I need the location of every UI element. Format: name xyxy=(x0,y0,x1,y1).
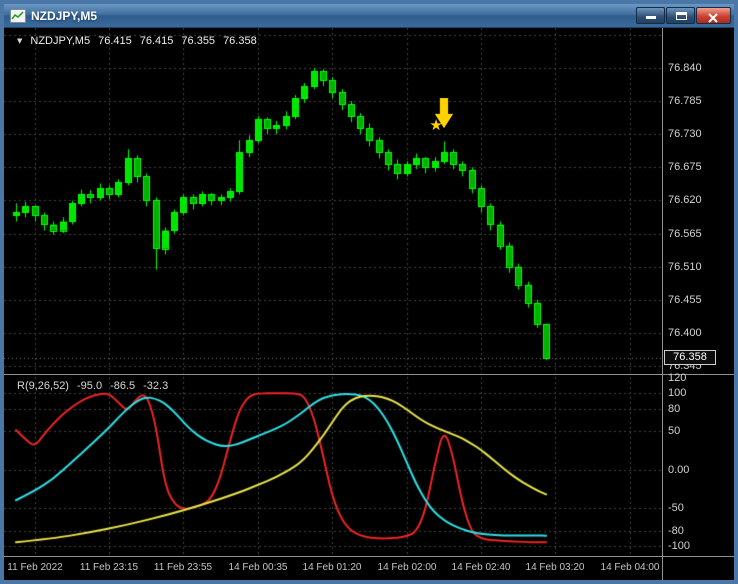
price-axis-label: 76.455 xyxy=(668,294,702,306)
indicator-label-overlay: R(9,26,52) -95.0 -86.5 -32.3 xyxy=(17,380,168,392)
price-axis-label: 76.675 xyxy=(668,161,702,173)
quote-close: 76.358 xyxy=(223,35,257,47)
quote-symbol: NZDJPY,M5 xyxy=(30,35,91,47)
window-title: NZDJPY,M5 xyxy=(31,8,98,23)
price-axis-label: 76.620 xyxy=(668,194,702,206)
indicator-value-mid: -86.5 xyxy=(110,380,136,392)
quote-high: 76.415 xyxy=(139,35,174,47)
time-axis-label: 14 Feb 02:00 xyxy=(377,562,437,573)
time-axis-label: 11 Feb 2022 xyxy=(7,562,63,573)
indicator-axis-label: 50 xyxy=(668,425,681,437)
indicator-axis-label: 100 xyxy=(668,387,687,399)
pane-splitter[interactable] xyxy=(4,374,734,375)
quote-low: 76.355 xyxy=(181,35,216,47)
time-axis[interactable]: 11 Feb 2022 11 Feb 23:15 11 Feb 23:55 14 Fe… xyxy=(4,557,662,580)
window-controls xyxy=(636,7,731,24)
close-button[interactable] xyxy=(696,7,731,24)
chart-quote-overlay: ▼ NZDJPY,M5 76.415 76.415 76.355 76.358 xyxy=(17,35,257,47)
star-annotation[interactable]: ★ xyxy=(429,117,442,133)
indicator-axis-label: 120 xyxy=(668,372,687,384)
current-price-label: 76.358 xyxy=(664,350,716,365)
indicator-value-fast: -95.0 xyxy=(76,380,103,392)
quote-open: 76.415 xyxy=(98,35,132,47)
indicator-axis-label: -80 xyxy=(668,525,684,537)
price-axis-label: 76.785 xyxy=(668,95,702,107)
price-axis-column[interactable]: 76.840 76.785 76.730 76.675 76.620 76.565 76.5… xyxy=(662,28,734,580)
window-titlebar[interactable]: NZDJPY,M5 xyxy=(4,4,734,28)
price-axis-label: 76.730 xyxy=(668,128,702,140)
indicator-axis-label: -50 xyxy=(668,502,684,514)
time-axis-label: 14 Feb 04:00 xyxy=(600,562,660,573)
indicator-axis-label: -100 xyxy=(668,540,691,552)
price-axis-label: 76.400 xyxy=(668,327,702,339)
price-axis-label: 76.840 xyxy=(668,62,702,74)
price-axis-label: 76.510 xyxy=(668,261,702,273)
chart-window: NZDJPY,M5 ▼ NZDJPY,M5 76.415 76.415 76.3… xyxy=(0,0,738,584)
maximize-button[interactable] xyxy=(666,7,695,24)
close-icon xyxy=(708,11,718,26)
time-axis-label: 11 Feb 23:55 xyxy=(153,562,213,573)
time-axis-label: 14 Feb 00:35 xyxy=(228,562,288,573)
indicator-value-slow: -32.3 xyxy=(143,380,169,392)
time-axis-label: 11 Feb 23:15 xyxy=(79,562,139,573)
maximize-icon xyxy=(676,12,687,20)
indicator-axis-label: 80 xyxy=(668,403,681,415)
price-axis-label: 76.565 xyxy=(668,228,702,240)
chart-client-area: ▼ NZDJPY,M5 76.415 76.415 76.355 76.358 … xyxy=(4,28,734,580)
time-axis-label: 14 Feb 02:40 xyxy=(451,562,511,573)
chart-window-icon xyxy=(10,8,26,23)
indicator-name: R(9,26,52) xyxy=(17,380,69,392)
time-axis-label: 14 Feb 03:20 xyxy=(525,562,585,573)
chart-canvas[interactable] xyxy=(4,28,662,556)
time-axis-label: 14 Feb 01:20 xyxy=(302,562,362,573)
indicator-axis-label: 0.00 xyxy=(668,464,690,476)
symbol-marker-icon: ▼ xyxy=(17,37,23,45)
minimize-button[interactable] xyxy=(636,7,665,24)
minimize-icon xyxy=(646,16,656,19)
